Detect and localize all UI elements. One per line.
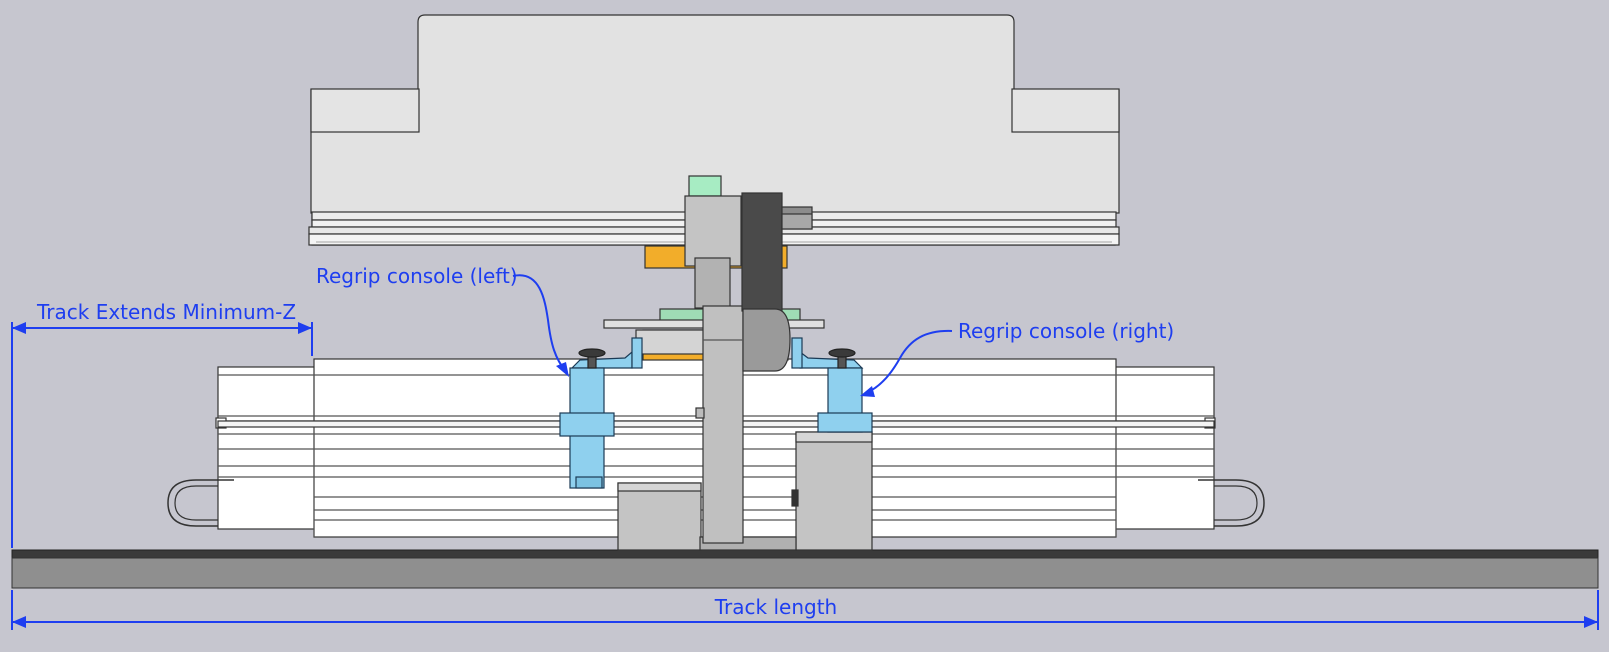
carriage-base-right <box>795 431 873 551</box>
column-dark-arm <box>741 192 783 312</box>
label-track-extends: Track Extends Minimum-Z <box>36 300 296 324</box>
column-mast <box>702 305 744 544</box>
linear-track-rail <box>11 549 1599 589</box>
leader-regrip-left <box>512 274 567 373</box>
label-regrip-right: Regrip console (right) <box>958 319 1174 343</box>
carriage-base-left <box>617 482 702 551</box>
regrip-assembly-diagram: Track Extends Minimum-Z Regrip console (… <box>11 14 1599 630</box>
arrow-head-left <box>12 322 26 334</box>
arrow-head-length-left <box>12 616 26 628</box>
housing-right-ear <box>1011 88 1120 133</box>
label-track-length: Track length <box>714 595 837 619</box>
label-regrip-left: Regrip console (left) <box>316 264 518 288</box>
housing-left-ear <box>310 88 420 133</box>
arrow-head-length-right <box>1584 616 1598 628</box>
sensor-block <box>688 175 722 197</box>
arrow-head-right <box>298 322 312 334</box>
